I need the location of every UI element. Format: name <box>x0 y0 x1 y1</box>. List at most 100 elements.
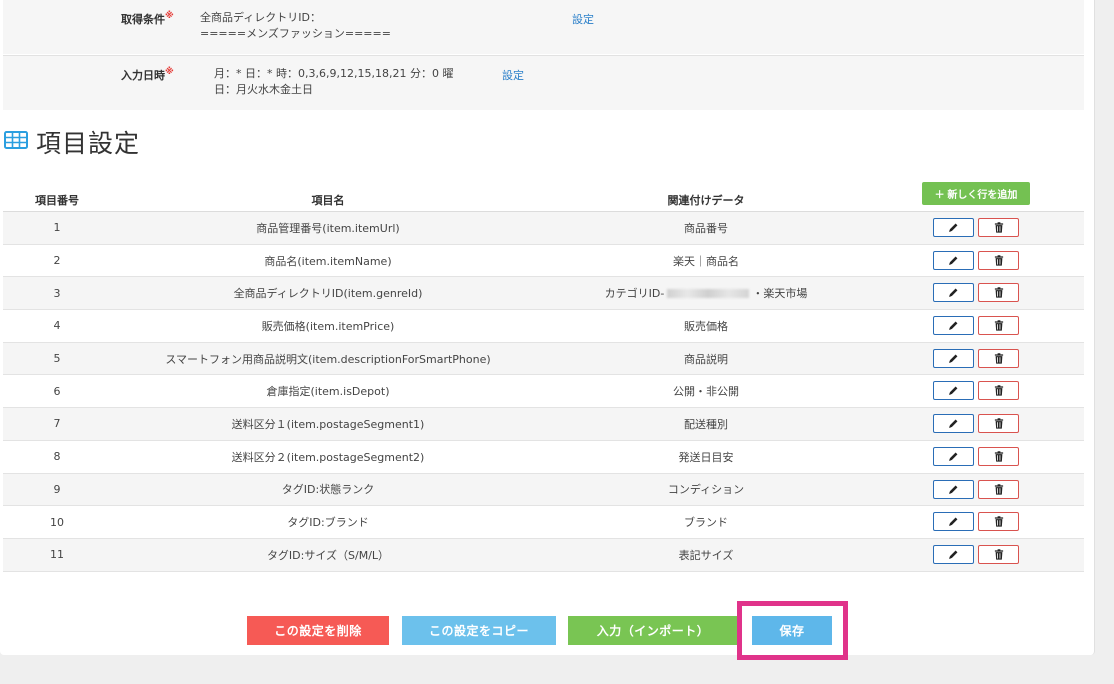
pencil-icon <box>948 451 959 462</box>
pencil-icon <box>948 516 959 527</box>
cell-name: タグID:サイズ（S/M/L） <box>266 548 390 562</box>
trash-icon <box>994 254 1004 266</box>
cell-name: 送料区分１(item.postageSegment1) <box>231 417 425 431</box>
condition-setting-link[interactable]: 設定 <box>572 11 594 27</box>
cell-number: 5 <box>53 352 61 366</box>
pencil-icon <box>948 222 959 233</box>
delete-row-button[interactable] <box>978 512 1019 532</box>
condition-value-line: 月：* 日：* 時：0,3,6,9,12,15,18,21 分：0 曜 <box>214 67 454 80</box>
table-body: 1 商品管理番号(item.itemUrl) 商品番号 2 商品名(item.itemN… <box>3 212 1084 572</box>
delete-row-button[interactable] <box>978 414 1019 434</box>
cell-number: 9 <box>53 482 61 496</box>
edit-row-button[interactable] <box>933 544 974 564</box>
edit-row-button[interactable] <box>933 283 974 303</box>
cell-name: 送料区分２(item.postageSegment2) <box>231 450 425 464</box>
delete-setting-button[interactable]: この設定を削除 <box>247 616 389 645</box>
delete-row-button[interactable] <box>978 250 1019 270</box>
column-header-no: 項目番号 <box>35 194 79 207</box>
pencil-icon <box>948 385 959 396</box>
table-row: 2 商品名(item.itemName) 楽天｜商品名 <box>3 244 1084 278</box>
page-title: 項目設定 <box>36 129 141 158</box>
cell-number: 8 <box>53 450 61 464</box>
cell-data: 販売価格 <box>684 319 728 333</box>
cell-data: 商品説明 <box>684 352 728 366</box>
cell-data: 発送日目安 <box>678 450 734 464</box>
cell-data: 楽天｜商品名 <box>673 254 739 268</box>
cell-name: 商品管理番号(item.itemUrl) <box>256 221 400 235</box>
condition-value: 月：* 日：* 時：0,3,6,9,12,15,18,21 分：0 曜 日：月火… <box>214 66 453 98</box>
table-row: 11 タグID:サイズ（S/M/L） 表記サイズ <box>3 538 1084 572</box>
cell-name: 全商品ディレクトリID(item.genreId) <box>233 287 423 301</box>
edit-row-button[interactable] <box>933 316 974 336</box>
cell-data: 配送種別 <box>684 417 728 431</box>
edit-row-button[interactable] <box>933 381 974 401</box>
required-mark: ※ <box>165 67 174 77</box>
condition-value-line: 日：月火水木金土日 <box>214 83 313 96</box>
cell-number: 1 <box>53 221 61 235</box>
required-mark: ※ <box>165 11 174 21</box>
delete-row-button[interactable] <box>978 446 1019 466</box>
cell-data: 公開・非公開 <box>673 385 739 399</box>
table-row: 6 倉庫指定(item.isDepot) 公開・非公開 <box>3 375 1084 409</box>
pencil-icon <box>948 353 959 364</box>
table-row: 1 商品管理番号(item.itemUrl) 商品番号 <box>3 212 1084 245</box>
cell-name: 販売価格(item.itemPrice) <box>261 319 395 333</box>
save-button-highlight <box>737 601 848 660</box>
cell-name: タグID:ブランド <box>287 516 369 530</box>
cell-name: タグID:状態ランク <box>281 483 375 497</box>
delete-row-button[interactable] <box>978 381 1019 401</box>
column-header-data: 関連付けデータ <box>667 194 745 207</box>
add-row-button[interactable]: ＋ 新しく行を追加 <box>922 182 1030 205</box>
cell-number: 3 <box>53 286 61 300</box>
table-icon <box>4 131 28 153</box>
delete-row-button[interactable] <box>978 348 1019 368</box>
cell-number: 10 <box>50 515 64 529</box>
trash-icon <box>994 451 1004 462</box>
edit-row-button[interactable] <box>933 414 974 434</box>
cell-data-prefix: カテゴリID- <box>604 287 665 301</box>
delete-row-button[interactable] <box>978 316 1019 336</box>
cell-number: 6 <box>53 384 61 398</box>
pencil-icon <box>948 320 959 331</box>
cell-data-suffix: ・楽天市場 <box>752 287 808 301</box>
pencil-icon <box>948 484 959 495</box>
table-row: 4 販売価格(item.itemPrice) 販売価格 <box>3 310 1084 343</box>
copy-setting-button[interactable]: この設定をコピー <box>402 616 556 645</box>
cell-name: 商品名(item.itemName) <box>264 254 392 268</box>
table-row: 8 送料区分２(item.postageSegment2) 発送日目安 <box>3 440 1084 474</box>
condition-label: 取得条件※ <box>121 11 174 26</box>
condition-value-line: =====メンズファッション===== <box>200 27 391 40</box>
condition-setting-link[interactable]: 設定 <box>502 67 524 83</box>
table-row: 7 送料区分１(item.postageSegment1) 配送種別 <box>3 408 1084 441</box>
pencil-icon <box>948 287 959 298</box>
delete-row-button[interactable] <box>978 544 1019 564</box>
trash-icon <box>994 385 1004 397</box>
import-button[interactable]: 入力（インポート） <box>568 616 738 645</box>
table-row: 9 タグID:状態ランク コンディション <box>3 473 1084 507</box>
settings-panel: 取得条件※ 全商品ディレクトリID： =====メンズファッション===== 設… <box>0 0 1095 655</box>
edit-row-button[interactable] <box>933 348 974 368</box>
trash-icon <box>994 516 1004 527</box>
pencil-icon <box>948 418 959 429</box>
delete-row-button[interactable] <box>978 283 1019 303</box>
edit-row-button[interactable] <box>933 218 974 237</box>
cell-number: 7 <box>53 417 61 431</box>
trash-icon <box>994 483 1004 495</box>
cell-data: 表記サイズ <box>678 548 734 562</box>
cell-data: ブランド <box>684 516 728 530</box>
edit-row-button[interactable] <box>933 446 974 466</box>
section-title: 項目設定 <box>4 124 140 160</box>
condition-row-acquisition: 取得条件※ 全商品ディレクトリID： =====メンズファッション===== 設… <box>3 0 1084 54</box>
edit-row-button[interactable] <box>933 250 974 270</box>
delete-row-button[interactable] <box>978 479 1019 499</box>
edit-row-button[interactable] <box>933 512 974 532</box>
trash-icon <box>994 320 1004 331</box>
table-row: 5 スマートフォン用商品説明文(item.descriptionForSmartP… <box>3 342 1084 376</box>
delete-row-button[interactable] <box>978 218 1019 237</box>
cell-data: 商品番号 <box>684 221 728 235</box>
edit-row-button[interactable] <box>933 479 974 499</box>
condition-value-line: 全商品ディレクトリID： <box>200 11 321 24</box>
cell-name: スマートフォン用商品説明文(item.descriptionForSmartPh… <box>165 352 491 366</box>
column-header-name: 項目名 <box>311 194 345 207</box>
condition-value: 全商品ディレクトリID： =====メンズファッション===== <box>200 10 391 42</box>
